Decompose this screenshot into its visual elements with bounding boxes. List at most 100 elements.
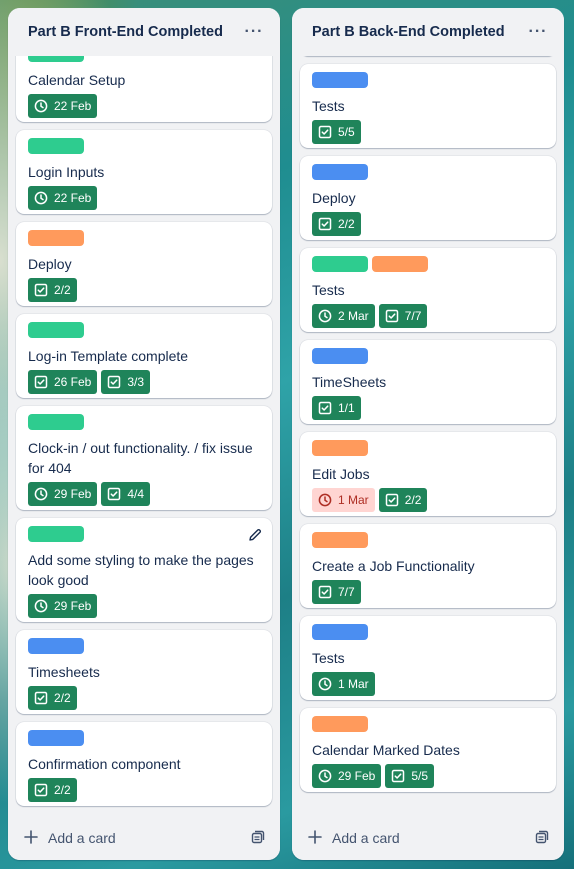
label-orange[interactable] (372, 256, 428, 272)
card[interactable]: Add some styling to make the pages look … (16, 518, 272, 622)
badge-text: 1 Mar (338, 677, 369, 691)
checklist-icon (318, 401, 332, 415)
clock-icon (318, 493, 332, 507)
badge-text: 1/1 (338, 401, 355, 415)
card[interactable]: Confirmation component 2/2 (16, 722, 272, 806)
card[interactable]: Edit Jobs 1 Mar 2/2 (300, 432, 556, 516)
checklist-badge[interactable]: 2/2 (28, 278, 77, 302)
label-blue[interactable] (312, 624, 368, 640)
due-date-badge[interactable]: 29 Feb (28, 482, 98, 506)
card[interactable]: Calendar Setup 22 Feb (16, 56, 272, 122)
template-icon[interactable] (250, 829, 266, 848)
badge-text: 29 Feb (54, 487, 92, 501)
card[interactable]: Log-in Template complete 26 Feb 3/3 (16, 314, 272, 398)
checklist-badge[interactable]: 2/2 (312, 212, 361, 236)
card-badges: 2/2 (28, 278, 260, 302)
checklist-badge[interactable]: 5/5 (385, 764, 435, 788)
card-title: Tests (312, 98, 345, 114)
due-date-badge[interactable]: 1 Mar (312, 672, 375, 696)
template-icon[interactable] (534, 829, 550, 848)
card-title: Login Inputs (28, 164, 105, 180)
card-badges: 2 Mar 7/7 (312, 304, 544, 328)
list-front-end: Part B Front-End Completed ··· Calendar … (8, 8, 280, 860)
checklist-icon (385, 493, 399, 507)
label-green[interactable] (28, 56, 84, 62)
badge-text: 29 Feb (338, 769, 376, 783)
add-card-button[interactable]: Add a card (308, 829, 400, 847)
clock-icon (318, 769, 332, 783)
list-title[interactable]: Part B Back-End Completed (312, 24, 505, 40)
due-date-badge[interactable]: 1 Mar (312, 488, 375, 512)
checklist-badge[interactable]: 2/2 (378, 488, 428, 512)
card[interactable]: TimeSheets 1/1 (300, 340, 556, 424)
clock-icon (34, 191, 48, 205)
card[interactable]: Deploy 2/2 (300, 156, 556, 240)
card-title: Calendar Setup (28, 72, 126, 88)
due-date-badge[interactable]: 22 Feb (28, 94, 98, 118)
card-labels (28, 138, 260, 154)
checklist-badge[interactable]: 3/3 (101, 370, 151, 394)
checklist-icon (34, 691, 48, 705)
card[interactable]: Clock-in / out functionality. / fix issu… (16, 406, 272, 510)
badge-text: 2/2 (54, 691, 71, 705)
card-title: Deploy (28, 256, 72, 272)
badge-text: 2/2 (404, 493, 422, 507)
card[interactable]: Timesheets 2/2 (16, 630, 272, 714)
label-green[interactable] (312, 256, 368, 272)
card-labels (312, 532, 544, 548)
label-blue[interactable] (28, 638, 84, 654)
card-title: Log-in Template complete (28, 348, 189, 364)
list-menu-icon[interactable]: ··· (240, 18, 268, 46)
label-orange[interactable] (312, 440, 368, 456)
label-green[interactable] (28, 138, 84, 154)
label-green[interactable] (28, 526, 84, 542)
checklist-icon (391, 769, 405, 783)
checklist-badge[interactable]: 26 Feb (28, 370, 98, 394)
card-labels (28, 56, 260, 62)
checklist-badge[interactable]: 5/5 (312, 120, 361, 144)
card-badges: 29 Feb 4/4 (28, 482, 260, 506)
card-container: 4/4Tests5/5Deploy2/2Tests2 Mar7/7TimeShe… (292, 56, 564, 816)
checklist-icon (318, 217, 332, 231)
card[interactable]: Deploy 2/2 (16, 222, 272, 306)
card[interactable]: Login Inputs 22 Feb (16, 130, 272, 214)
checklist-badge[interactable]: 2/2 (28, 686, 77, 710)
card[interactable]: Create a Job Functionality 7/7 (300, 524, 556, 608)
card[interactable]: Tests 2 Mar 7/7 (300, 248, 556, 332)
card[interactable]: Tests 5/5 (300, 64, 556, 148)
label-blue[interactable] (312, 72, 368, 88)
badge-text: 3/3 (127, 375, 145, 389)
card-title: Create a Job Functionality (312, 558, 475, 574)
card-badges: 26 Feb 3/3 (28, 370, 260, 394)
checklist-badge[interactable]: 4/4 (101, 482, 151, 506)
checklist-badge[interactable]: 7/7 (312, 580, 361, 604)
checklist-icon (34, 283, 48, 297)
label-orange[interactable] (312, 532, 368, 548)
label-blue[interactable] (312, 164, 368, 180)
add-card-button[interactable]: Add a card (24, 829, 116, 847)
label-orange[interactable] (28, 230, 84, 246)
list-menu-icon[interactable]: ··· (524, 18, 552, 46)
card-badges: 22 Feb (28, 94, 260, 118)
pencil-icon[interactable] (248, 528, 262, 547)
label-green[interactable] (28, 414, 84, 430)
card[interactable]: Calendar Marked Dates 29 Feb 5/5 (300, 708, 556, 792)
checklist-badge[interactable]: 7/7 (378, 304, 428, 328)
checklist-icon (385, 309, 399, 323)
due-date-badge[interactable]: 22 Feb (28, 186, 98, 210)
card[interactable]: Tests 1 Mar (300, 616, 556, 700)
badge-text: 4/4 (127, 487, 145, 501)
due-date-badge[interactable]: 2 Mar (312, 304, 375, 328)
label-green[interactable] (28, 322, 84, 338)
clock-icon (318, 677, 332, 691)
card-labels (28, 526, 260, 542)
due-date-badge[interactable]: 29 Feb (28, 594, 98, 618)
checklist-badge[interactable]: 1/1 (312, 396, 361, 420)
checklist-badge[interactable]: 2/2 (28, 778, 77, 802)
due-date-badge[interactable]: 29 Feb (312, 764, 382, 788)
list-title[interactable]: Part B Front-End Completed (28, 24, 223, 40)
label-blue[interactable] (28, 730, 84, 746)
label-orange[interactable] (312, 716, 368, 732)
label-blue[interactable] (312, 348, 368, 364)
list-footer: Add a card (8, 816, 280, 860)
